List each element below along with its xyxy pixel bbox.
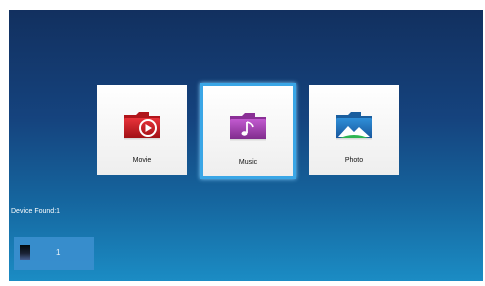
device-number: 1 [56,248,61,257]
photo-label: Photo [344,157,364,164]
music-folder-icon [230,113,266,141]
music-label: Music [238,159,258,166]
media-player-screen: Movie Music Photo Device Found:1 1 [9,10,483,281]
device-found-status: Device Found:1 [11,208,61,215]
movie-tile[interactable]: Movie [97,85,187,175]
music-tile[interactable]: Music [200,83,296,179]
photo-folder-icon [336,112,372,140]
storage-device-icon [20,245,30,260]
movie-label: Movie [132,157,152,164]
photo-tile[interactable]: Photo [309,85,399,175]
movie-folder-icon [124,112,160,140]
device-list-item[interactable]: 1 [14,237,94,270]
